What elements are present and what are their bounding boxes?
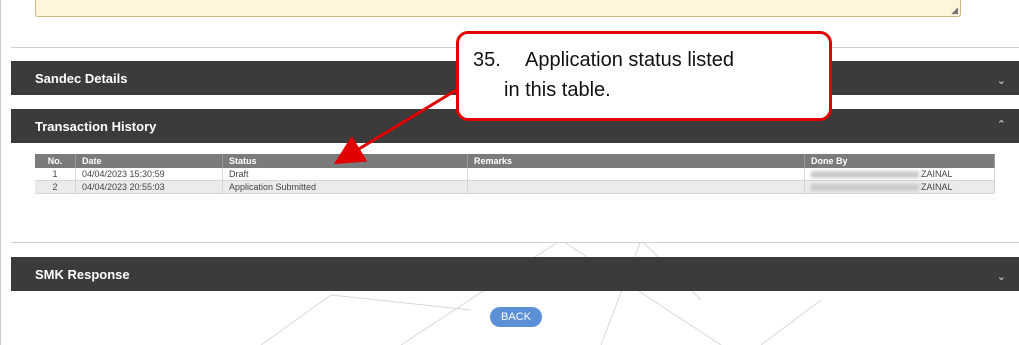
cell-status: Application Submitted	[222, 180, 468, 194]
smk-response-header[interactable]: SMK Response ⌄	[11, 257, 1019, 291]
chevron-down-icon[interactable]: ⌄	[997, 270, 1006, 283]
callout-text-line2: in this table.	[504, 79, 611, 101]
transaction-history-table: No. Date Status Remarks Done By 1 04/04/…	[35, 154, 995, 194]
column-header-done-by: Done By	[804, 154, 995, 168]
chevron-up-icon[interactable]: ⌃	[997, 118, 1006, 131]
done-by-text: ZAINAL	[921, 182, 953, 192]
chevron-down-icon[interactable]: ⌄	[997, 74, 1006, 87]
callout-text-line1: Application status listed	[525, 49, 735, 71]
callout-step-number: 35.	[473, 49, 501, 71]
column-header-no: No.	[35, 154, 76, 168]
column-header-status: Status	[222, 154, 468, 168]
column-header-remarks: Remarks	[467, 154, 805, 168]
smk-response-title: SMK Response	[35, 266, 130, 282]
cell-no: 2	[35, 180, 76, 194]
redacted-name	[811, 184, 919, 192]
cell-date: 04/04/2023 15:30:59	[75, 168, 223, 181]
table-header-row: No. Date Status Remarks Done By	[35, 154, 995, 168]
done-by-text: ZAINAL	[921, 169, 953, 179]
transaction-history-panel: No. Date Status Remarks Done By 1 04/04/…	[11, 144, 1019, 243]
cell-date: 04/04/2023 20:55:03	[75, 180, 223, 194]
table-row: 1 04/04/2023 15:30:59 Draft ZAINAL	[35, 168, 995, 181]
comments-textarea[interactable]: ◢	[35, 0, 961, 17]
cell-done-by: ZAINAL	[804, 180, 995, 194]
cell-status: Draft	[222, 168, 468, 181]
instruction-callout: 35. Application status listed in this ta…	[456, 31, 832, 121]
cell-remarks	[467, 168, 805, 181]
transaction-history-title: Transaction History	[35, 118, 157, 134]
redacted-name	[811, 171, 919, 179]
column-header-date: Date	[75, 154, 223, 168]
page-frame: ◢ Sandec Details ⌄ Transaction History ⌃…	[0, 0, 1019, 345]
resize-grip-icon[interactable]: ◢	[951, 6, 958, 15]
cell-no: 1	[35, 168, 76, 181]
table-row: 2 04/04/2023 20:55:03 Application Submit…	[35, 180, 995, 194]
cell-remarks	[467, 180, 805, 194]
back-button[interactable]: BACK	[490, 307, 542, 327]
sandec-details-title: Sandec Details	[35, 70, 128, 86]
cell-done-by: ZAINAL	[804, 168, 995, 181]
